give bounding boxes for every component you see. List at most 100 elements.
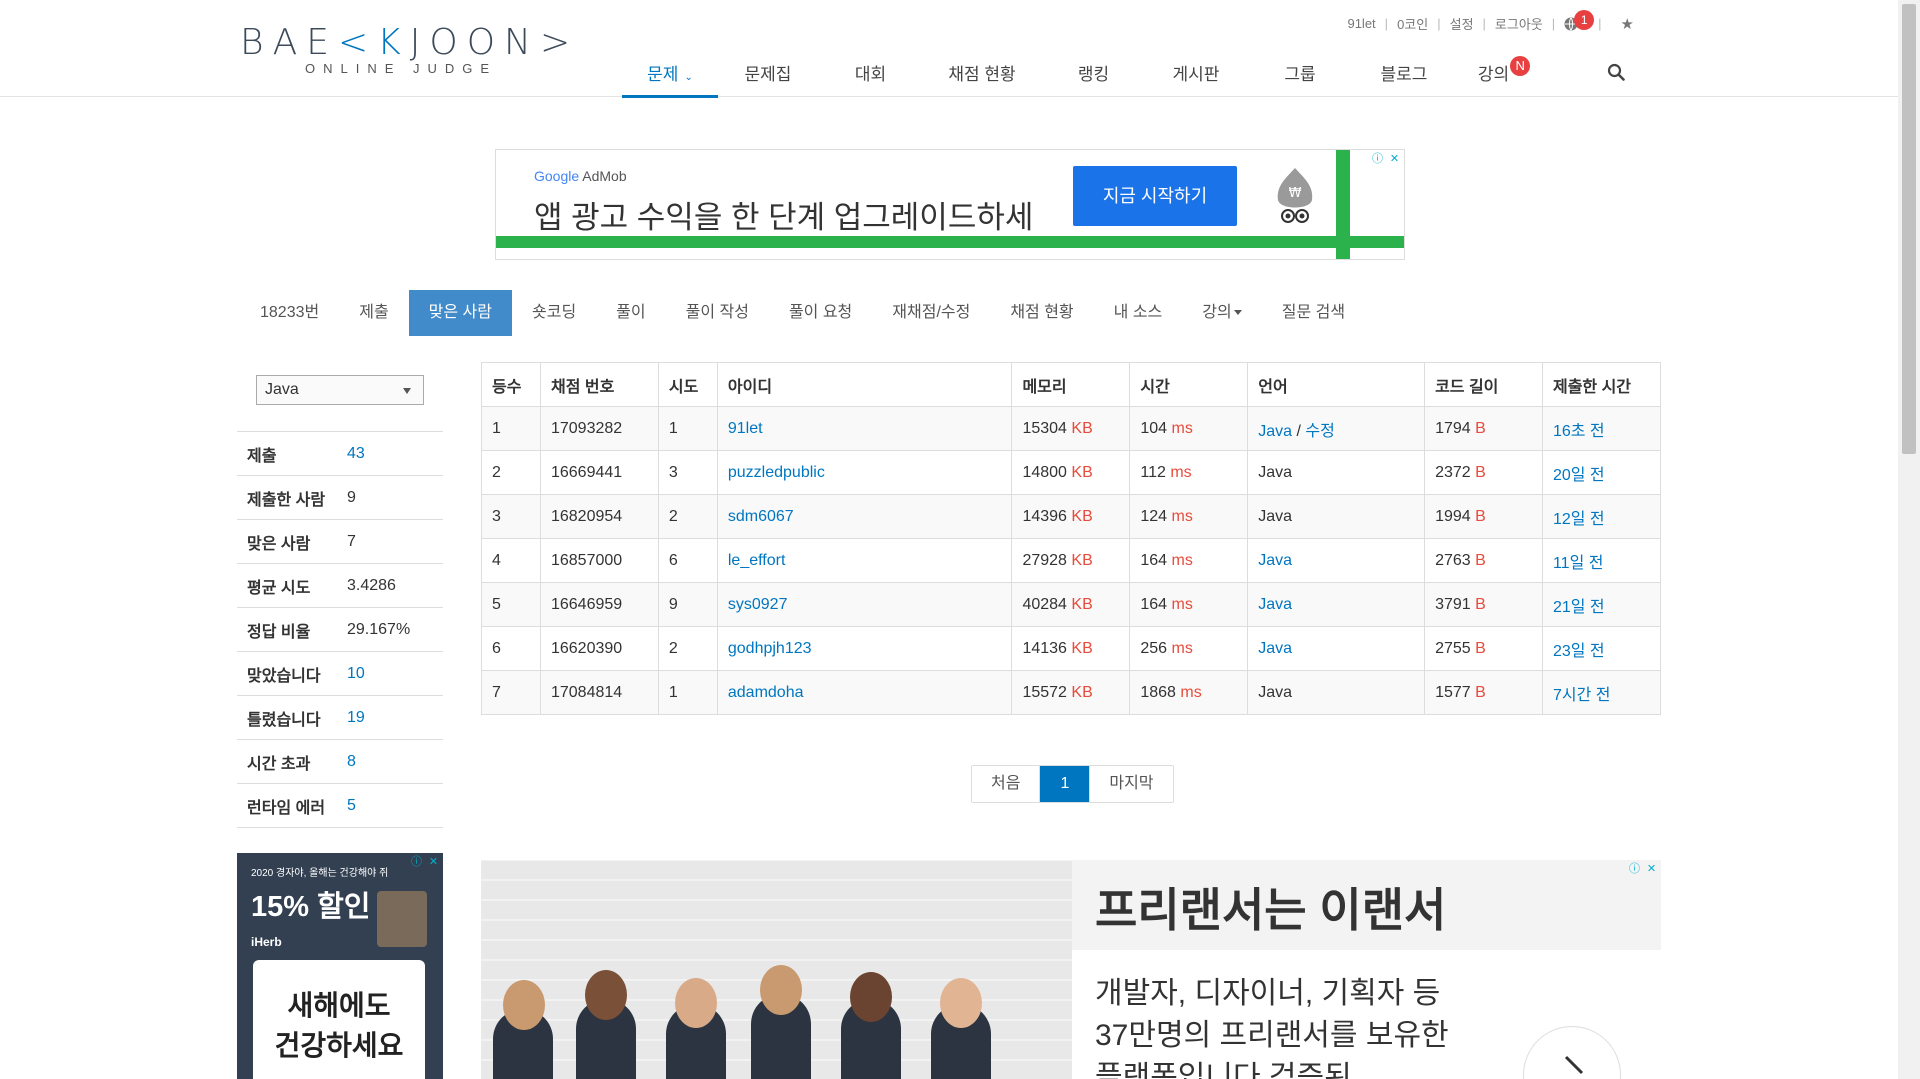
tab-status[interactable]: 채점 현황 [990, 290, 1093, 336]
tab-write-solution[interactable]: 풀이 작성 [666, 290, 769, 336]
stat-wrong-link[interactable]: 19 [347, 709, 365, 727]
tries-cell: 2 [657, 626, 718, 671]
submitted-at-link[interactable]: 21일 전 [1553, 599, 1605, 616]
user-link[interactable]: sys0927 [728, 596, 788, 613]
page-current-button[interactable]: 1 [1040, 766, 1091, 802]
language-link[interactable]: Java [1258, 552, 1292, 569]
stat-submissions-link[interactable]: 43 [347, 445, 365, 463]
user-link[interactable]: sdm6067 [728, 508, 794, 525]
submission-id-cell: 16669441 [539, 450, 659, 495]
tab-submit[interactable]: 제출 [339, 290, 408, 336]
nav-contest[interactable]: 대회 [818, 60, 923, 98]
ad-banner-left[interactable]: 2020 경자야, 올해는 건강해야 쥐 15% 할인 iHerb 새해에도 건강… [237, 853, 443, 1079]
chevron-down-icon [403, 388, 411, 394]
close-icon[interactable]: ✕ [426, 855, 441, 870]
scrollbar-thumb[interactable] [1902, 4, 1916, 454]
stat-row: 시간 초과 8 [237, 740, 443, 784]
language-label: Java [1258, 463, 1293, 481]
stat-accepted-link[interactable]: 10 [347, 665, 365, 683]
info-icon[interactable]: ⓘ [1370, 152, 1385, 167]
coins-link[interactable]: 0코인 [1397, 14, 1428, 33]
logout-link[interactable]: 로그아웃 [1495, 14, 1543, 33]
stat-timeout-link[interactable]: 8 [347, 753, 356, 771]
close-icon[interactable]: ✕ [1644, 862, 1659, 877]
submitted-at-link[interactable]: 20일 전 [1553, 467, 1605, 484]
ad-banner-right[interactable]: 프리랜서는 이랜서 개발자, 디자이너, 기획자 등 37만명의 프리랜서를 보유… [481, 860, 1661, 1079]
user-link[interactable]: godhpjh123 [728, 640, 812, 657]
stat-runtime-error-link[interactable]: 5 [347, 797, 356, 815]
code-length-cell: 2372 B [1424, 450, 1543, 495]
time-cell: 112 ms [1129, 450, 1249, 495]
logo[interactable]: BAE<KJOON> ONLINE JUDGE [240, 22, 570, 82]
user-link[interactable]: adamdoha [728, 684, 804, 701]
nav-status[interactable]: 채점 현황 [923, 60, 1041, 98]
page-last-button[interactable]: 마지막 [1090, 766, 1172, 802]
language-label: Java [1258, 683, 1293, 701]
nav-problems[interactable]: 문제 ⌄ [622, 60, 718, 98]
table-row: 7 17084814 1 adamdoha 15572 KB 1868 ms Java 157… [481, 670, 1662, 715]
submitted-at-cell: 12일 전 [1541, 494, 1662, 539]
info-icon[interactable]: ⓘ [409, 855, 424, 870]
user-link[interactable]: le_effort [728, 552, 786, 569]
user-cell: godhpjh123 [716, 626, 1013, 671]
tab-short-coding[interactable]: 숏코딩 [512, 290, 596, 336]
tab-accepted-users[interactable]: 맞은 사람 [408, 290, 512, 336]
user-link[interactable]: puzzledpublic [728, 464, 825, 481]
ad-controls: ⓘ ✕ [409, 855, 441, 870]
info-icon[interactable]: ⓘ [1627, 862, 1642, 877]
user-link[interactable]: 91let [728, 420, 763, 437]
edit-link[interactable]: 수정 [1305, 423, 1334, 440]
code-length-cell: 1577 B [1424, 670, 1543, 715]
table-row: 6 16620390 2 godhpjh123 14136 KB 256 ms Java 27… [481, 626, 1662, 671]
nav-group[interactable]: 그룹 [1246, 60, 1354, 98]
submitted-at-cell: 23일 전 [1541, 626, 1662, 671]
memory-cell: 15572 KB [1011, 670, 1131, 715]
submitted-at-link[interactable]: 7시간 전 [1553, 687, 1611, 704]
close-icon[interactable]: ✕ [1387, 152, 1402, 167]
page-first-button[interactable]: 처음 [972, 766, 1041, 802]
page-scrollbar[interactable] [1898, 0, 1920, 1079]
nav-workbook[interactable]: 문제집 [718, 60, 818, 98]
time-cell: 164 ms [1129, 538, 1249, 583]
submitted-at-link[interactable]: 16초 전 [1553, 423, 1605, 440]
star-icon[interactable]: ★ [1621, 15, 1634, 33]
tab-question-search[interactable]: 질문 검색 [1262, 290, 1365, 336]
nav-ranking[interactable]: 랭킹 [1041, 60, 1146, 98]
tab-solutions[interactable]: 풀이 [596, 290, 665, 336]
ad-next-button[interactable] [1523, 1026, 1621, 1079]
tries-cell: 3 [657, 450, 718, 495]
search-icon[interactable] [1607, 63, 1625, 81]
rank-cell: 5 [481, 582, 541, 627]
tab-request-solution[interactable]: 풀이 요청 [769, 290, 872, 336]
nav-board[interactable]: 게시판 [1146, 60, 1246, 98]
language-cell: Java [1247, 582, 1426, 627]
notification-button[interactable]: 1 [1564, 9, 1595, 31]
submitted-at-link[interactable]: 11일 전 [1553, 555, 1604, 572]
time-cell: 256 ms [1129, 626, 1249, 671]
tab-lecture[interactable]: 강의 [1182, 290, 1261, 336]
submitted-at-link[interactable]: 23일 전 [1553, 643, 1605, 660]
user-cell: puzzledpublic [716, 450, 1013, 495]
submission-id-cell: 16620390 [539, 626, 659, 671]
tab-rejudge[interactable]: 재채점/수정 [872, 290, 990, 336]
ad-cta-button[interactable]: 지금 시작하기 [1073, 166, 1237, 226]
table-row: 2 16669441 3 puzzledpublic 14800 KB 112 ms Jav… [481, 450, 1662, 495]
office-people-image [481, 860, 1072, 1079]
submitted-at-link[interactable]: 12일 전 [1553, 511, 1605, 528]
nav-blog[interactable]: 블로그 [1354, 60, 1454, 98]
language-link[interactable]: Java [1258, 423, 1292, 440]
settings-link[interactable]: 설정 [1450, 14, 1474, 33]
language-select[interactable]: Java [256, 375, 424, 405]
user-cell: le_effort [716, 538, 1013, 583]
tab-my-source[interactable]: 내 소스 [1094, 290, 1183, 336]
submission-id-cell: 17093282 [539, 406, 659, 451]
logo-subtitle: ONLINE JUDGE [305, 61, 498, 76]
language-link[interactable]: Java [1258, 596, 1292, 613]
ad-banner-top[interactable]: Google AdMob 앱 광고 수익을 한 단계 업그레이드하세 지금 시작… [495, 149, 1405, 260]
code-length-cell: 1994 B [1424, 494, 1543, 539]
tab-problem[interactable]: 18233번 [240, 290, 339, 336]
user-cell: sdm6067 [716, 494, 1013, 539]
language-link[interactable]: Java [1258, 640, 1292, 657]
username-link[interactable]: 91let [1347, 16, 1375, 31]
nav-lecture[interactable]: 강의 N [1454, 56, 1554, 98]
